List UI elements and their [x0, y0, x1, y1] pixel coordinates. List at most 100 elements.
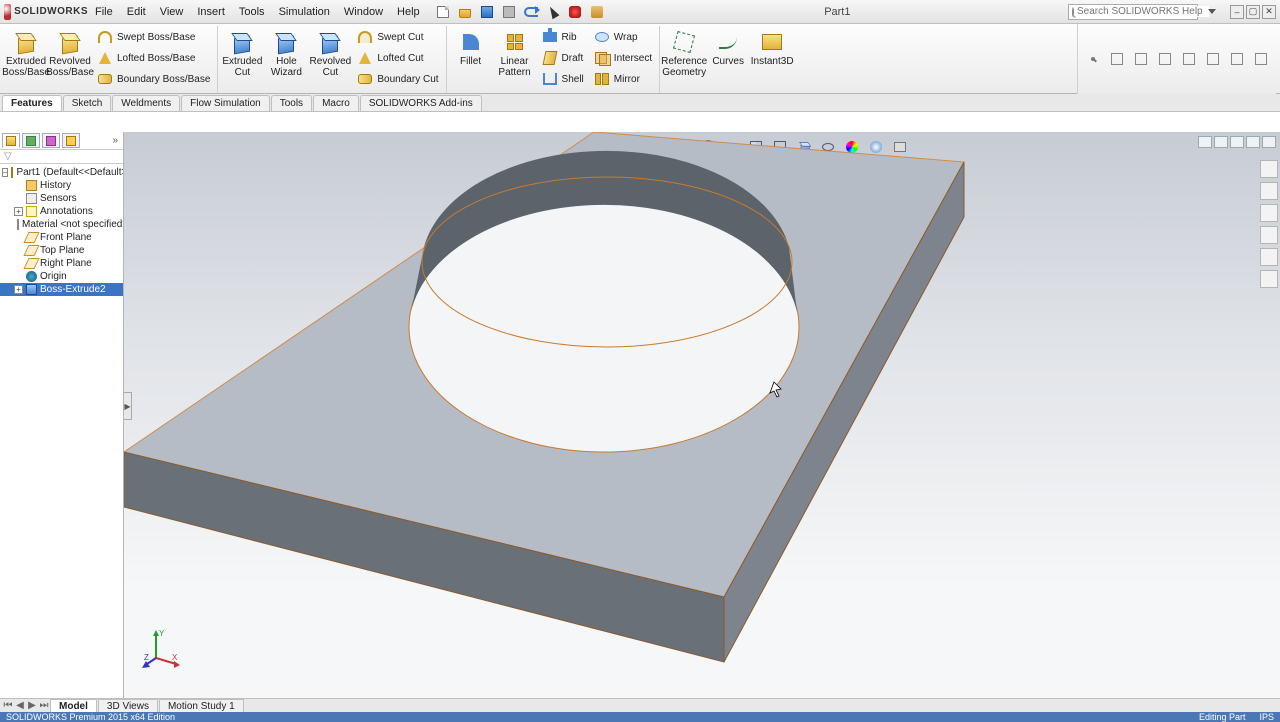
fm-tab-display[interactable] [62, 133, 80, 148]
draft-button[interactable]: Draft [539, 48, 587, 68]
tab-macro[interactable]: Macro [313, 95, 359, 111]
extruded-boss-button[interactable]: Extruded Boss/Base [4, 26, 48, 93]
tab-nav-last[interactable]: ⏭ [38, 700, 50, 711]
taskpane-appearances[interactable] [1260, 248, 1278, 266]
extruded-cut-button[interactable]: Extruded Cut [220, 26, 264, 93]
new-doc-button[interactable] [433, 4, 453, 20]
save-button[interactable] [477, 4, 497, 20]
logo-mark-icon [4, 4, 11, 20]
zoom-icon [1091, 57, 1095, 61]
open-button[interactable] [455, 4, 475, 20]
status-units[interactable]: IPS [1259, 712, 1274, 722]
curves-button[interactable]: Curves [706, 26, 750, 93]
menu-window[interactable]: Window [337, 2, 390, 22]
tab-nav-prev[interactable]: ◀ [14, 700, 26, 711]
select-button[interactable] [543, 4, 563, 20]
tree-history[interactable]: History [0, 179, 123, 192]
revolved-boss-button[interactable]: Revolved Boss/Base [48, 26, 92, 93]
wrap-button[interactable]: Wrap [591, 27, 655, 47]
search-dropdown[interactable] [1202, 4, 1222, 20]
options-button[interactable] [587, 4, 607, 20]
tree-front-plane[interactable]: Front Plane [0, 231, 123, 244]
boundary-boss-button[interactable]: Boundary Boss/Base [94, 69, 213, 89]
graphics-viewport[interactable]: ⟲ ▶ [124, 132, 1280, 698]
menu-view[interactable]: View [153, 2, 191, 22]
undo-button[interactable] [521, 4, 541, 20]
print-icon [503, 6, 515, 18]
toolbar-btn-8[interactable] [1252, 50, 1270, 68]
linear-pattern-button[interactable]: Linear Pattern [493, 26, 537, 93]
taskpane-design-library[interactable] [1260, 182, 1278, 200]
taskpane-file-explorer[interactable] [1260, 204, 1278, 222]
help-search-input[interactable] [1077, 6, 1209, 17]
toolbar-btn-2[interactable] [1108, 50, 1126, 68]
tree-material[interactable]: Material <not specified> [0, 218, 123, 231]
lofted-boss-button[interactable]: Lofted Boss/Base [94, 48, 213, 68]
fm-tab-property[interactable] [22, 133, 40, 148]
fm-tab-tree[interactable] [2, 133, 20, 148]
sensors-icon [26, 193, 37, 204]
save-icon [481, 6, 493, 18]
print-button[interactable] [499, 4, 519, 20]
tree-top-plane[interactable]: Top Plane [0, 244, 123, 257]
bottom-tab-model[interactable]: Model [50, 699, 97, 712]
toolbar-btn-7[interactable] [1228, 50, 1246, 68]
tab-tools[interactable]: Tools [271, 95, 312, 111]
menu-insert[interactable]: Insert [190, 2, 232, 22]
help-search[interactable] [1068, 4, 1198, 20]
lofted-cut-button[interactable]: Lofted Cut [354, 48, 441, 68]
fm-filter-row[interactable]: ▽ [0, 150, 123, 164]
bottom-tab-3dviews[interactable]: 3D Views [98, 699, 158, 712]
intersect-button[interactable]: Intersect [591, 48, 655, 68]
tree-origin[interactable]: Origin [0, 270, 123, 283]
rib-button[interactable]: Rib [539, 27, 587, 47]
tab-flow-simulation[interactable]: Flow Simulation [181, 95, 270, 111]
revolve-icon [59, 31, 81, 53]
toolbar-btn-5[interactable] [1180, 50, 1198, 68]
fm-tab-config[interactable] [42, 133, 60, 148]
tree-root[interactable]: –Part1 (Default<<Default>_Disp [0, 166, 123, 179]
maximize-button[interactable]: ▢ [1246, 5, 1260, 19]
swept-cut-button[interactable]: Swept Cut [354, 27, 441, 47]
rebuild-button[interactable] [565, 4, 585, 20]
tree-sensors[interactable]: Sensors [0, 192, 123, 205]
tab-nav-next[interactable]: ▶ [26, 700, 38, 711]
menu-tools[interactable]: Tools [232, 2, 272, 22]
revolved-cut-button[interactable]: Revolved Cut [308, 26, 352, 93]
fm-expand[interactable]: » [109, 135, 121, 146]
menu-help[interactable]: Help [390, 2, 427, 22]
toolbar-btn-6[interactable] [1204, 50, 1222, 68]
draft-icon [542, 51, 557, 65]
tab-nav-first[interactable]: ⏮ [2, 700, 14, 711]
boundary-cut-button[interactable]: Boundary Cut [354, 69, 441, 89]
tab-addins[interactable]: SOLIDWORKS Add-ins [360, 95, 482, 111]
mirror-button[interactable]: Mirror [591, 69, 655, 89]
fillet-button[interactable]: Fillet [449, 26, 493, 93]
zoom-fit-button[interactable] [1084, 50, 1102, 68]
bottom-tab-motion1[interactable]: Motion Study 1 [159, 699, 244, 712]
menu-edit[interactable]: Edit [120, 2, 153, 22]
lofted-cut-icon [359, 52, 371, 64]
orientation-triad[interactable]: Y X Z [142, 628, 182, 668]
tree-boss-extrude[interactable]: +Boss-Extrude2 [0, 283, 123, 296]
menu-file[interactable]: File [88, 2, 120, 22]
reference-geometry-button[interactable]: Reference Geometry [662, 26, 706, 93]
config-icon [46, 136, 56, 146]
hole-wizard-button[interactable]: Hole Wizard [264, 26, 308, 93]
tab-weldments[interactable]: Weldments [112, 95, 180, 111]
menu-simulation[interactable]: Simulation [272, 2, 337, 22]
close-button[interactable]: ✕ [1262, 5, 1276, 19]
shell-button[interactable]: Shell [539, 69, 587, 89]
minimize-button[interactable]: – [1230, 5, 1244, 19]
toolbar-btn-4[interactable] [1156, 50, 1174, 68]
taskpane-resources[interactable] [1260, 160, 1278, 178]
tree-annotations[interactable]: +Annotations [0, 205, 123, 218]
instant3d-button[interactable]: Instant3D [750, 26, 794, 93]
taskpane-custom-props[interactable] [1260, 270, 1278, 288]
tab-features[interactable]: Features [2, 95, 62, 111]
toolbar-btn-3[interactable] [1132, 50, 1150, 68]
tree-right-plane[interactable]: Right Plane [0, 257, 123, 270]
swept-boss-button[interactable]: Swept Boss/Base [94, 27, 213, 47]
tab-sketch[interactable]: Sketch [63, 95, 112, 111]
taskpane-view-palette[interactable] [1260, 226, 1278, 244]
